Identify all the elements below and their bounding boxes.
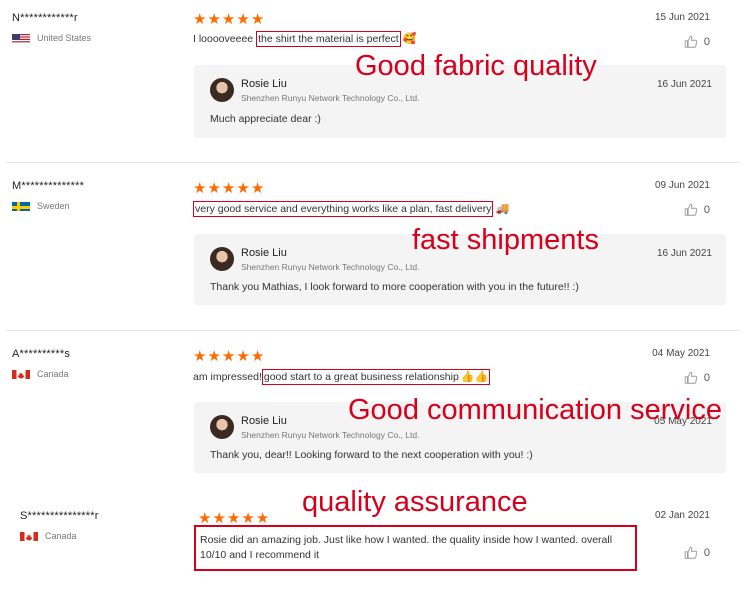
star-icon: ★ (241, 510, 255, 527)
annotation-label: Good communication service (348, 394, 722, 426)
highlighted-text: good start to a great business relations… (263, 371, 459, 383)
star-rating: ★ ★ ★ ★ ★ (193, 349, 265, 364)
delivery-truck-icon: 🚚 (495, 203, 510, 215)
star-rating: ★ ★ ★ ★ ★ (198, 511, 270, 526)
like-button[interactable]: 0 (684, 546, 710, 560)
star-icon: ★ (250, 348, 265, 365)
star-icon: ★ (198, 510, 212, 527)
review-date: 02 Jan 2021 (654, 510, 710, 521)
thumbs-up-icon (684, 203, 698, 217)
highlighted-comment: very good service and everything works l… (193, 201, 494, 217)
reply-date: 16 Jun 2021 (656, 79, 712, 90)
thumbs-up-icon (684, 371, 698, 385)
divider (6, 162, 740, 163)
seller-avatar (210, 247, 234, 271)
seller-company: Shenzhen Runyu Network Technology Co., L… (241, 93, 420, 103)
star-icon: ★ (193, 348, 207, 365)
star-icon: ★ (193, 180, 207, 197)
star-icon: ★ (221, 348, 236, 365)
like-count: 0 (703, 204, 710, 216)
star-rating: ★ ★ ★ ★ ★ (193, 12, 265, 27)
highlighted-comment: Rosie did an amazing job. Just like how … (194, 525, 637, 571)
like-count: 0 (703, 547, 710, 559)
star-icon: ★ (212, 510, 226, 527)
star-rating: ★ ★ ★ ★ ★ (193, 181, 265, 196)
comment-text: I looooveeee (193, 33, 257, 45)
annotation-label: quality assurance (302, 486, 528, 518)
thumbs-up-icon (684, 35, 698, 49)
comment-text: am impressed! (193, 371, 262, 383)
thumbs-up-icon (684, 546, 698, 560)
like-button[interactable]: 0 (684, 371, 710, 385)
seller-avatar (210, 415, 234, 439)
reply-text: Thank you Mathias, I look forward to mor… (210, 281, 579, 293)
reviewer-country: Sweden (12, 200, 84, 211)
reply-text: Much appreciate dear :) (210, 113, 321, 125)
seller-avatar (210, 78, 234, 102)
country-name: Canada (45, 530, 77, 541)
canada-flag-icon (20, 530, 38, 541)
sweden-flag-icon (12, 200, 30, 211)
annotation-label: fast shipments (412, 224, 599, 256)
reviewer-info: N************r United States (12, 12, 91, 43)
star-icon: ★ (226, 510, 241, 527)
like-button[interactable]: 0 (684, 203, 710, 217)
seller-name: Rosie Liu (241, 415, 287, 427)
thumbs-up-emoji: 👍👍 (460, 371, 489, 383)
star-icon: ★ (221, 180, 236, 197)
star-icon: ★ (193, 11, 207, 28)
review-date: 09 Jun 2021 (654, 180, 710, 191)
reviewer-info: S***************r Canada (20, 510, 99, 541)
reviewer-country: United States (12, 32, 91, 43)
star-icon: ★ (255, 510, 270, 527)
country-name: Canada (37, 368, 69, 379)
review-date: 04 May 2021 (652, 348, 710, 359)
seller-name: Rosie Liu (241, 247, 287, 259)
review-comment: am impressed! good start to a great busin… (193, 369, 491, 385)
us-flag-icon (12, 32, 30, 43)
reviewer-name: M************** (12, 180, 85, 192)
seller-name: Rosie Liu (241, 78, 287, 90)
reviewer-info: M************** Sweden (12, 180, 84, 211)
seller-company: Shenzhen Runyu Network Technology Co., L… (241, 262, 420, 272)
reviewer-country: Canada (12, 368, 70, 379)
country-name: United States (37, 32, 92, 43)
star-icon: ★ (250, 11, 265, 28)
review-comment: very good service and everything works l… (193, 201, 510, 217)
divider (6, 330, 740, 331)
like-count: 0 (703, 372, 710, 384)
star-icon: ★ (221, 11, 236, 28)
reviewer-name: N************r (12, 12, 78, 24)
star-icon: ★ (207, 348, 221, 365)
star-icon: ★ (236, 180, 250, 197)
canada-flag-icon (12, 368, 30, 379)
emoji: 🥰 (402, 33, 417, 45)
reply-date: 16 Jun 2021 (656, 248, 712, 259)
like-button[interactable]: 0 (684, 35, 710, 49)
star-icon: ★ (236, 11, 250, 28)
star-icon: ★ (207, 180, 221, 197)
star-icon: ★ (236, 348, 250, 365)
reviewer-info: A**********s Canada (12, 348, 70, 379)
review-date: 15 Jun 2021 (654, 12, 710, 23)
review-comment: I looooveeee the shirt the material is p… (193, 31, 417, 47)
star-icon: ★ (207, 11, 221, 28)
star-icon: ★ (250, 180, 265, 197)
annotation-label: Good fabric quality (355, 50, 597, 82)
highlighted-comment: the shirt the material is perfect (256, 31, 401, 47)
highlighted-comment: good start to a great business relations… (261, 369, 491, 385)
reviewer-name: S***************r (20, 510, 99, 522)
country-name: Sweden (37, 200, 70, 211)
reply-text: Thank you, dear!! Looking forward to the… (210, 449, 533, 461)
reviewer-country: Canada (20, 530, 99, 541)
seller-company: Shenzhen Runyu Network Technology Co., L… (241, 430, 420, 440)
reviewer-name: A**********s (12, 348, 71, 360)
like-count: 0 (703, 36, 710, 48)
